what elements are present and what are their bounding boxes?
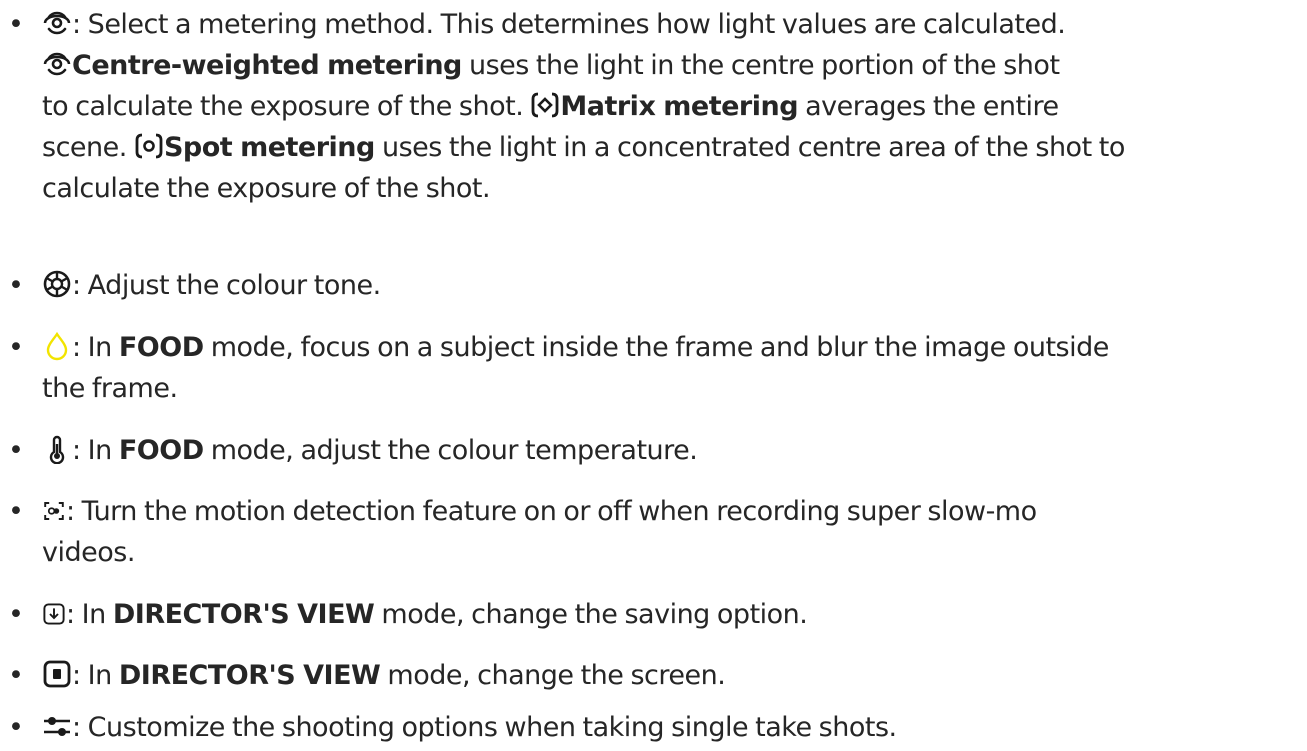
metering-intro-text: : Select a metering method. This determi…: [72, 9, 1066, 40]
matrix-metering-icon: [530, 90, 560, 120]
metering-line-3-text: to calculate the exposure of the shot.: [42, 91, 524, 122]
matrix-metering-label: Matrix metering: [560, 91, 799, 122]
screen-icon: [42, 659, 72, 689]
feature-list: • : Select a metering method. This deter…: [0, 0, 1307, 751]
screen-prefix: : In: [72, 660, 112, 691]
bullet: •: [8, 712, 24, 743]
colour-tone-icon: [42, 269, 72, 299]
list-item-content: : Select a metering method. This determi…: [42, 4, 1125, 209]
metering-line-2: Centre-weighted metering uses the light …: [42, 45, 1125, 86]
bullet: •: [8, 599, 24, 630]
metering-line-5-text: calculate the exposure of the shot.: [42, 173, 491, 204]
food-focus-rest: mode, focus on a subject inside the fram…: [210, 332, 1110, 363]
metering-line-3: to calculate the exposure of the shot. M…: [42, 86, 1125, 127]
saving-option-icon: [42, 602, 66, 626]
saving-option-prefix: : In: [66, 599, 106, 630]
colour-tone-text: : Adjust the colour tone.: [72, 270, 381, 301]
list-item-content: : In FOOD mode, adjust the colour temper…: [42, 430, 698, 471]
metering-line-4: scene. Spot metering uses the light in a…: [42, 127, 1125, 168]
centre-weighted-label: Centre-weighted metering: [72, 50, 462, 81]
list-item-content: : Adjust the colour tone.: [42, 265, 381, 306]
list-item-content: : Turn the motion detection feature on o…: [42, 491, 1037, 573]
motion-detection-icon: [42, 499, 66, 523]
colour-temperature-rest: mode, adjust the colour temperature.: [210, 435, 698, 466]
metering-line-5: calculate the exposure of the shot.: [42, 168, 1125, 209]
shooting-options-icon: [42, 711, 72, 741]
screen-rest: mode, change the screen.: [387, 660, 726, 691]
saving-option-rest: mode, change the saving option.: [381, 599, 808, 630]
food-focus-line-1: : In FOOD mode, focus on a subject insid…: [42, 327, 1109, 368]
food-mode-label: FOOD: [118, 332, 204, 363]
colour-temperature-prefix: : In: [72, 435, 112, 466]
motion-detection-text: : Turn the motion detection feature on o…: [66, 496, 1037, 527]
list-item-content: : Customize the shooting options when ta…: [42, 707, 897, 748]
list-item-content: : In DIRECTOR'S VIEW mode, change the sc…: [42, 655, 726, 696]
shooting-options-text: : Customize the shooting options when ta…: [72, 712, 897, 743]
food-focus-line-2-text: the frame.: [42, 373, 178, 404]
directors-view-mode-label: DIRECTOR'S VIEW: [118, 660, 381, 691]
metering-line-4-text: scene.: [42, 132, 127, 163]
matrix-metering-desc: averages the entire: [805, 91, 1059, 122]
motion-detection-line-1: : Turn the motion detection feature on o…: [42, 491, 1037, 532]
spot-metering-label: Spot metering: [163, 132, 375, 163]
food-focus-prefix: : In: [72, 332, 112, 363]
metering-line-1: : Select a metering method. This determi…: [42, 4, 1125, 45]
spot-metering-icon: [134, 131, 164, 161]
spot-metering-desc: uses the light in a concentrated centre …: [381, 132, 1125, 163]
motion-detection-line-2: videos.: [42, 532, 1037, 573]
food-mode-label: FOOD: [118, 435, 204, 466]
bullet: •: [8, 332, 24, 363]
bullet: •: [8, 9, 24, 40]
directors-view-mode-label: DIRECTOR'S VIEW: [112, 599, 375, 630]
bullet: •: [8, 435, 24, 466]
list-item-content: : In DIRECTOR'S VIEW mode, change the sa…: [42, 594, 808, 635]
thermometer-icon: [42, 434, 72, 464]
food-focus-line-2: the frame.: [42, 368, 1109, 409]
bullet: •: [8, 270, 24, 301]
motion-detection-line-2-text: videos.: [42, 537, 135, 568]
list-item-content: : In FOOD mode, focus on a subject insid…: [42, 327, 1109, 409]
centre-weighted-desc: uses the light in the centre portion of …: [468, 50, 1060, 81]
drop-focus-icon: [42, 331, 72, 361]
bullet: •: [8, 660, 24, 691]
centre-weighted-metering-icon: [42, 49, 72, 79]
centre-weighted-metering-icon: [42, 8, 72, 38]
bullet: •: [8, 496, 24, 527]
